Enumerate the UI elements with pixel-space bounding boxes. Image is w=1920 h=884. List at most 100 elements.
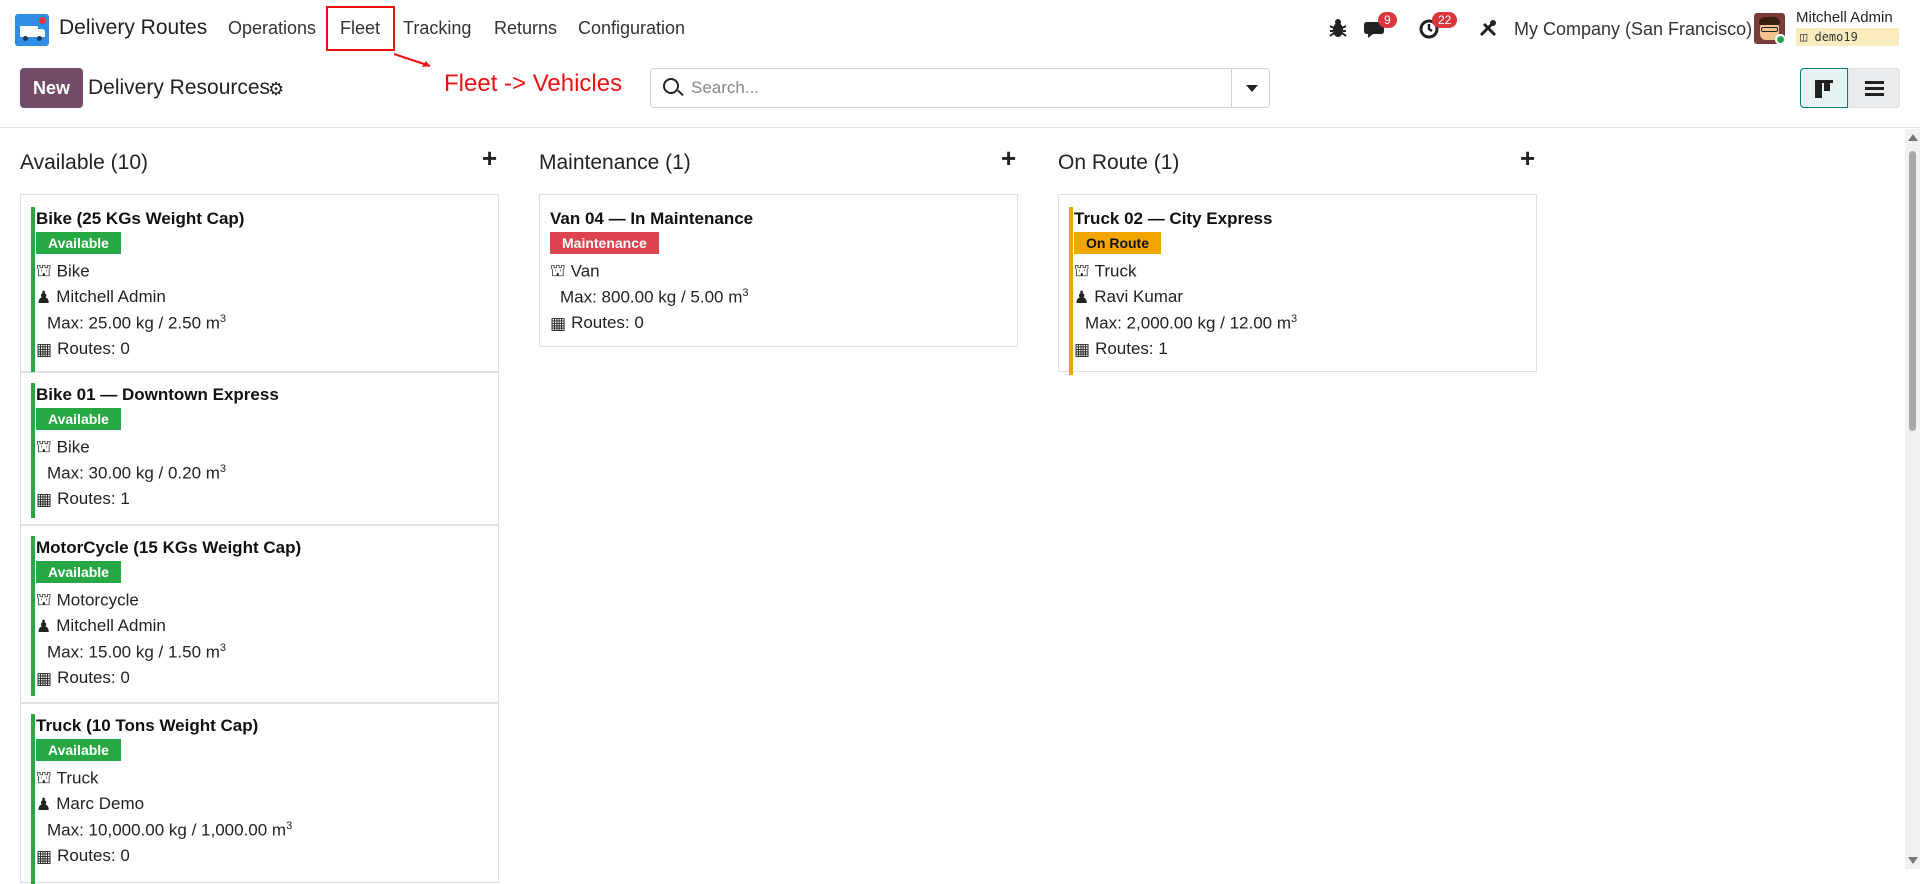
kanban-card[interactable]: Van 04 — In Maintenance Maintenance ⛫ Van… — [539, 194, 1018, 347]
scroll-down-icon[interactable] — [1908, 857, 1918, 864]
driver-name: Ravi Kumar — [1094, 287, 1184, 306]
annotation-highlight-box — [326, 6, 395, 51]
truck-icon: ⛫ — [36, 261, 52, 280]
column-title-available[interactable]: Available (10) — [20, 151, 148, 175]
card-title: Truck (10 Tons Weight Cap) — [36, 716, 259, 735]
status-badge: Available — [36, 739, 121, 761]
vehicle-type: Motorcycle — [56, 590, 139, 610]
status-badge: Available — [36, 408, 121, 430]
routes-count: Routes: 0 — [57, 846, 130, 865]
capacity-line: Max: 30.00 kg / 0.20 m3 — [47, 463, 226, 484]
routes-count: Routes: 0 — [571, 313, 644, 332]
user-icon: ♟ — [36, 616, 52, 636]
new-button[interactable]: New — [20, 68, 83, 108]
user-icon: ♟ — [36, 794, 52, 814]
app-name[interactable]: Delivery Routes — [59, 16, 207, 40]
kanban-card[interactable]: Truck (10 Tons Weight Cap) Available ⛫ Tr… — [20, 703, 499, 884]
cubic-superscript: 3 — [742, 287, 749, 299]
status-badge: On Route — [1074, 232, 1161, 254]
bug-icon[interactable] — [1328, 17, 1348, 39]
capacity-line: Max: 2,000.00 kg / 12.00 m3 — [1085, 313, 1297, 334]
vertical-scrollbar[interactable] — [1905, 129, 1920, 869]
column-title-maintenance[interactable]: Maintenance (1) — [539, 151, 691, 175]
kanban-view-button[interactable] — [1800, 68, 1848, 108]
status-badge: Available — [36, 561, 121, 583]
page-title: Delivery Resources — [88, 76, 271, 99]
driver-name: Mitchell Admin — [56, 616, 166, 635]
menu-operations[interactable]: Operations — [228, 18, 316, 39]
top-navbar: Delivery Routes Operations Fleet Trackin… — [0, 0, 1920, 58]
routes-count: Routes: 0 — [57, 339, 130, 358]
gear-icon[interactable]: ⚙ — [268, 79, 284, 100]
list-view-button[interactable] — [1848, 68, 1900, 108]
map-icon: ▦ — [36, 668, 53, 688]
online-status-dot — [1775, 34, 1786, 45]
user-icon: ♟ — [1074, 287, 1090, 307]
capacity-line: Max: 25.00 kg / 2.50 m3 — [47, 313, 226, 334]
menu-returns[interactable]: Returns — [494, 18, 557, 39]
app-truck-icon[interactable] — [15, 14, 49, 46]
cubic-superscript: 3 — [1291, 313, 1298, 325]
quick-create-plus-icon[interactable]: + — [1001, 143, 1016, 174]
scrollbar-thumb[interactable] — [1909, 151, 1916, 431]
capacity-text: Max: 2,000.00 kg / 12.00 m — [1085, 313, 1292, 333]
capacity-line: Max: 10,000.00 kg / 1,000.00 m3 — [47, 820, 292, 841]
kanban-card[interactable]: Bike (25 KGs Weight Cap) Available ⛫ Bike… — [20, 194, 499, 375]
list-icon — [1865, 81, 1884, 96]
user-icon: ♟ — [36, 287, 52, 307]
user-name[interactable]: Mitchell Admin — [1796, 9, 1893, 26]
truck-icon: ⛫ — [1074, 261, 1090, 280]
database-badge: ◫ demo19 — [1796, 28, 1899, 46]
capacity-text: Max: 800.00 kg / 5.00 m — [560, 287, 743, 307]
truck-icon: ⛫ — [36, 590, 52, 609]
kanban-card[interactable]: Bike 01 — Downtown Express Available ⛫ Bi… — [20, 372, 499, 525]
map-icon: ▦ — [36, 339, 53, 359]
cubic-superscript: 3 — [219, 642, 227, 654]
activities-badge: 22 — [1432, 12, 1458, 28]
search-bar — [650, 68, 1270, 108]
routes-count: Routes: 1 — [1095, 339, 1168, 358]
column-title-on-route[interactable]: On Route (1) — [1058, 151, 1179, 175]
quick-create-plus-icon[interactable]: + — [1520, 143, 1535, 174]
card-title: Van 04 — In Maintenance — [550, 209, 754, 228]
driver-name: Marc Demo — [56, 794, 145, 813]
scroll-up-icon[interactable] — [1908, 134, 1918, 141]
capacity-text: Max: 10,000.00 kg / 1,000.00 m — [47, 820, 287, 840]
quick-create-plus-icon[interactable]: + — [482, 143, 497, 174]
map-icon: ▦ — [550, 313, 567, 333]
routes-count: Routes: 0 — [57, 668, 130, 687]
vehicle-type: Truck — [1094, 261, 1137, 281]
kanban-icon — [1815, 80, 1833, 98]
map-icon: ▦ — [36, 846, 53, 866]
map-icon: ▦ — [1074, 339, 1091, 359]
driver-name: Mitchell Admin — [56, 287, 166, 306]
kanban-card[interactable]: Truck 02 — City Express On Route ⛫ Truck … — [1058, 194, 1537, 375]
card-title: Bike 01 — Downtown Express — [36, 385, 279, 404]
database-name: demo19 — [1814, 30, 1858, 44]
capacity-text: Max: 30.00 kg / 0.20 m — [47, 463, 220, 483]
vehicle-type: Bike — [56, 437, 90, 457]
control-panel: New Delivery Resources ⚙ — [0, 58, 1920, 128]
card-title: Bike (25 KGs Weight Cap) — [36, 209, 245, 228]
company-switcher[interactable]: My Company (San Francisco) — [1514, 19, 1752, 40]
routes-count: Routes: 1 — [57, 489, 130, 508]
kanban-card[interactable]: MotorCycle (15 KGs Weight Cap) Available… — [20, 525, 499, 703]
search-input[interactable] — [691, 74, 1211, 102]
vehicle-type: Truck — [56, 768, 99, 788]
map-icon: ▦ — [36, 489, 53, 509]
card-title: Truck 02 — City Express — [1074, 209, 1273, 228]
capacity-text: Max: 15.00 kg / 1.50 m — [47, 642, 220, 662]
kanban-board: Available (10) + Bike (25 KGs Weight Cap… — [0, 129, 1905, 884]
status-badge: Available — [36, 232, 121, 254]
menu-configuration[interactable]: Configuration — [578, 18, 685, 39]
truck-icon: ⛫ — [550, 261, 566, 280]
capacity-line: Max: 800.00 kg / 5.00 m3 — [560, 287, 749, 308]
capacity-line: Max: 15.00 kg / 1.50 m3 — [47, 642, 226, 663]
search-icon — [663, 78, 679, 94]
cubic-superscript: 3 — [219, 463, 227, 475]
truck-icon: ⛫ — [36, 768, 52, 787]
tools-icon[interactable] — [1478, 18, 1498, 38]
search-options-toggle[interactable] — [1231, 69, 1270, 107]
truck-icon: ⛫ — [36, 437, 52, 456]
menu-tracking[interactable]: Tracking — [403, 18, 471, 39]
